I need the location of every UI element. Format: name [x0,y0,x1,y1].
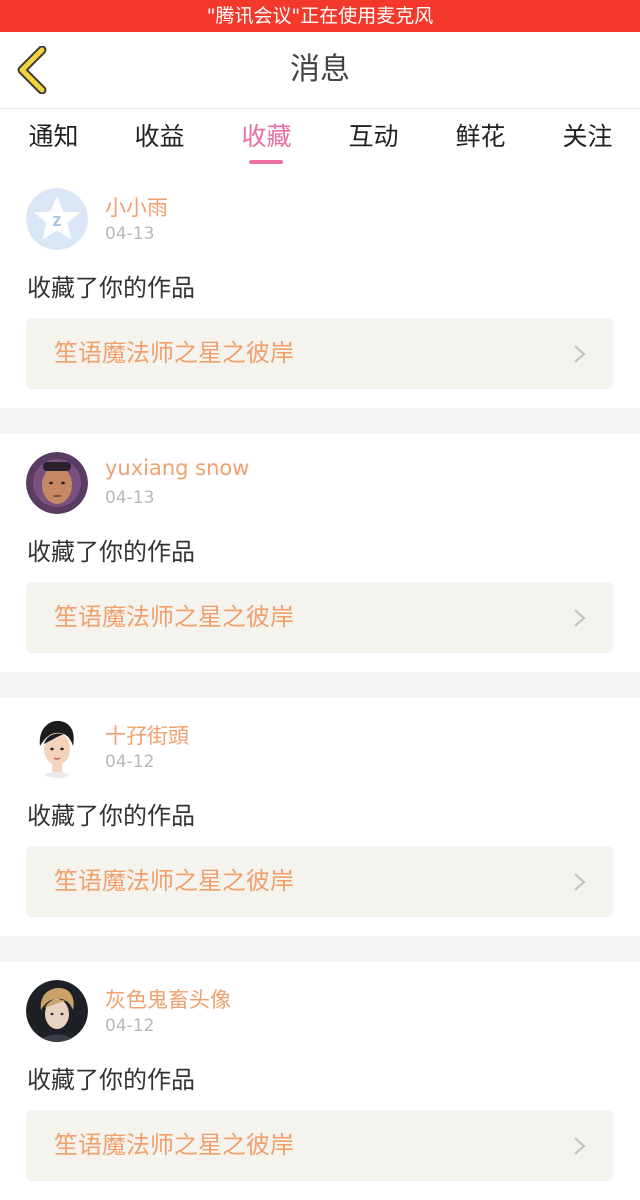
divider [0,408,640,434]
microphone-in-use-notice: "腾讯会议"正在使用麦克风 [206,5,434,27]
default-avatar-icon: z [26,188,88,250]
chevron-right-icon [574,345,586,363]
user-illustration-icon [26,980,88,1042]
date: 04-13 [105,488,155,508]
page-title: 消息 [290,52,350,87]
message-list: z 小小雨 04-13 收藏了你的作品 笙语魔法师之星之彼岸 yuxiang s… [0,170,640,1200]
work-title: 笙语魔法师之星之彼岸 [54,603,294,631]
header: 消息 [0,32,640,109]
active-tab-indicator [249,160,283,164]
work-link[interactable]: 笙语魔法师之星之彼岸 [26,318,613,389]
tab-earnings[interactable]: 收益 [106,109,213,169]
list-item: z 小小雨 04-13 收藏了你的作品 笙语魔法师之星之彼岸 [0,170,640,408]
work-link[interactable]: 笙语魔法师之星之彼岸 [26,846,613,917]
action-text: 收藏了你的作品 [27,274,195,302]
work-title: 笙语魔法师之星之彼岸 [54,1131,294,1159]
tab-flowers[interactable]: 鲜花 [427,109,534,169]
work-title: 笙语魔法师之星之彼岸 [54,867,294,895]
user-illustration-icon [26,716,88,778]
work-link[interactable]: 笙语魔法师之星之彼岸 [26,582,613,653]
tab-notifications[interactable]: 通知 [0,109,107,169]
date: 04-12 [105,1016,155,1036]
username[interactable]: yuxiang snow [105,456,249,480]
list-item: 灰色鬼畜头像 04-12 收藏了你的作品 笙语魔法师之星之彼岸 [0,962,640,1200]
tab-interactions[interactable]: 互动 [320,109,427,169]
tab-follows[interactable]: 关注 [534,109,640,169]
avatar[interactable] [26,980,88,1042]
username[interactable]: 灰色鬼畜头像 [105,984,231,1014]
tab-bar: 通知 收益 收藏 互动 鲜花 关注 [0,109,640,169]
work-title: 笙语魔法师之星之彼岸 [54,339,294,367]
action-text: 收藏了你的作品 [27,1066,195,1094]
chevron-right-icon [574,1137,586,1155]
divider [0,672,640,698]
username[interactable]: 十孖街頭 [105,720,189,750]
list-item: yuxiang snow 04-13 收藏了你的作品 笙语魔法师之星之彼岸 [0,434,640,672]
action-text: 收藏了你的作品 [27,802,195,830]
svg-text:z: z [53,210,62,230]
date: 04-12 [105,752,155,772]
status-bar: "腾讯会议"正在使用麦克风 [0,0,640,32]
date: 04-13 [105,224,155,244]
work-link[interactable]: 笙语魔法师之星之彼岸 [26,1110,613,1181]
avatar[interactable] [26,716,88,778]
chevron-right-icon [574,873,586,891]
username[interactable]: 小小雨 [105,192,168,222]
user-photo-icon [26,452,88,514]
action-text: 收藏了你的作品 [27,538,195,566]
avatar[interactable] [26,452,88,514]
list-item: 十孖街頭 04-12 收藏了你的作品 笙语魔法师之星之彼岸 [0,698,640,936]
avatar[interactable]: z [26,188,88,250]
divider [0,936,640,962]
chevron-right-icon [574,609,586,627]
